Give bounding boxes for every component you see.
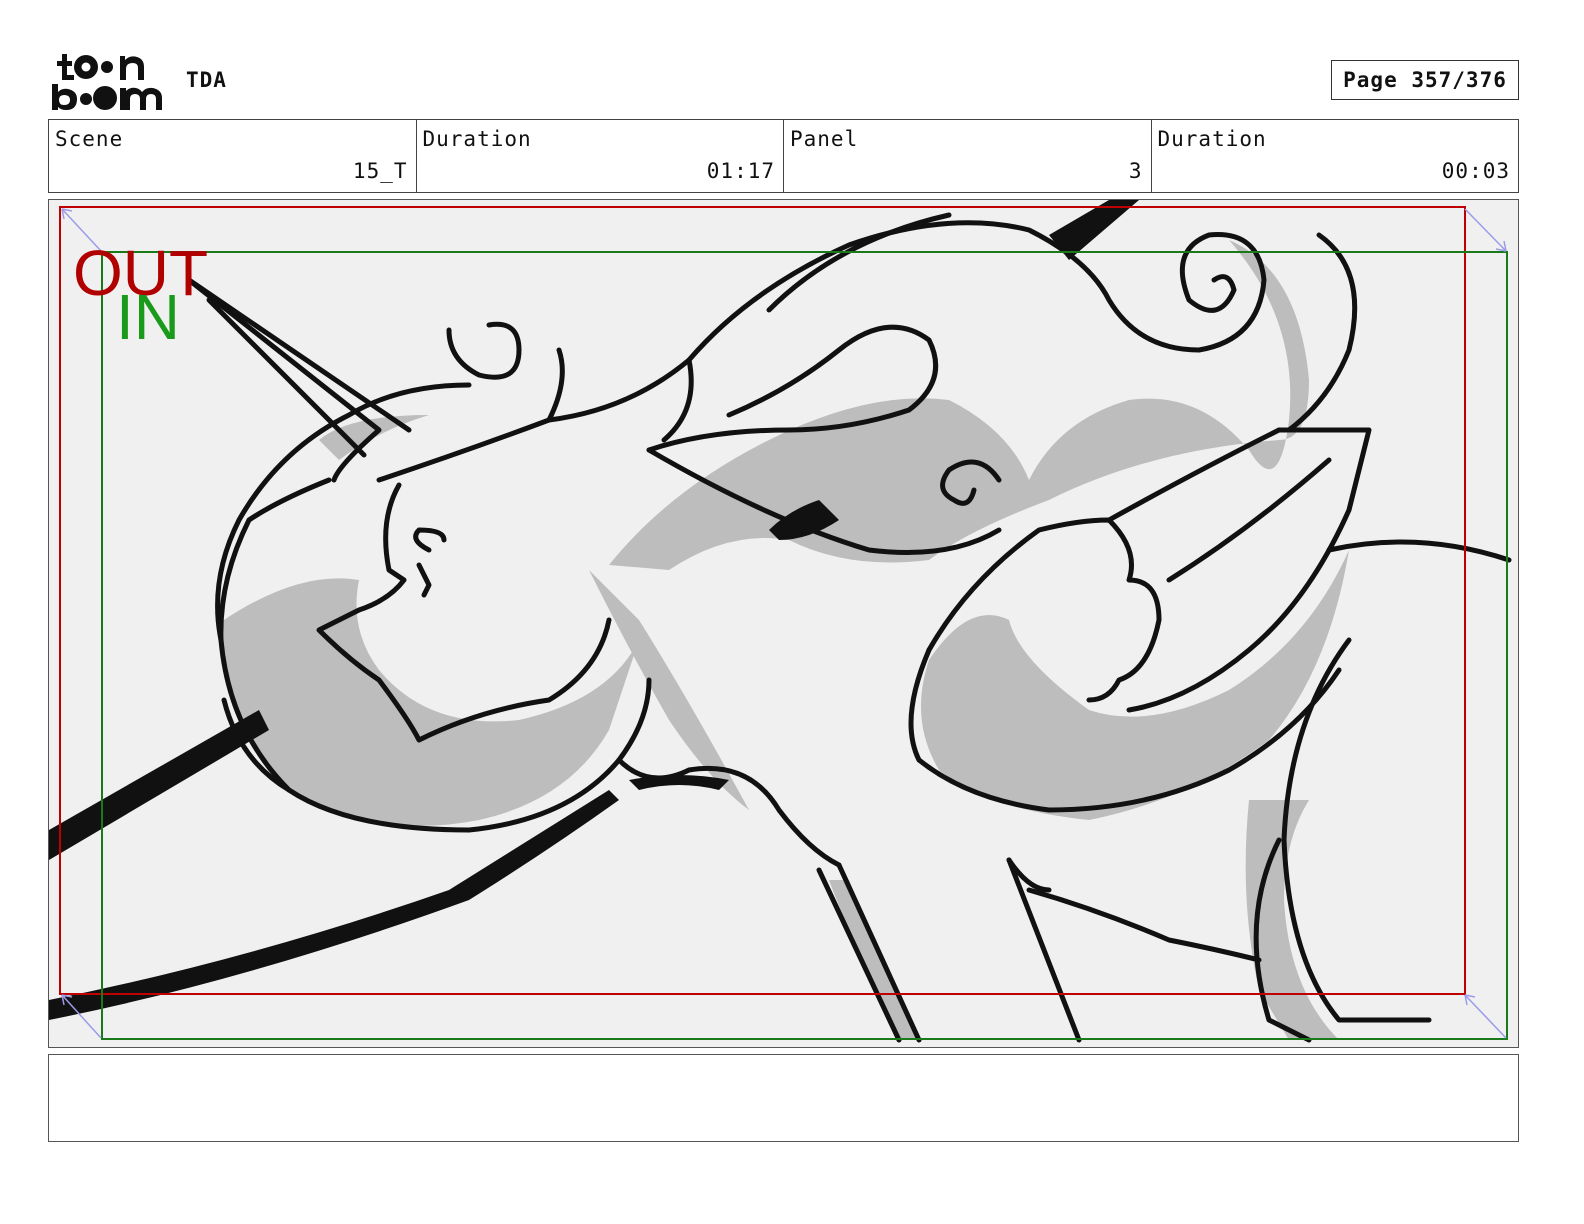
project-title: TDA: [186, 68, 227, 92]
scene-duration-label: Duration: [422, 127, 532, 151]
sketch-thick-strokes: [49, 200, 1139, 1020]
page-number: Page 357/376: [1331, 60, 1519, 100]
scene-duration-value: 01:17: [706, 159, 775, 183]
panel-drawing: OUT IN: [49, 200, 1512, 1043]
storyboard-panel: OUT IN: [48, 199, 1519, 1048]
scene-cell: Scene 15_T: [49, 120, 417, 192]
panel-notes-box[interactable]: [48, 1054, 1519, 1142]
scene-duration-cell: Duration 01:17: [417, 120, 784, 192]
panel-value: 3: [1128, 159, 1143, 183]
toon-boom-logo: [52, 54, 162, 110]
in-frame-label: IN: [116, 281, 180, 353]
panel-cell: Panel 3: [784, 120, 1152, 192]
panel-label: Panel: [790, 127, 859, 151]
scene-label: Scene: [55, 127, 124, 151]
scene-info-row: Scene 15_T Duration 01:17 Panel 3 Durati…: [48, 119, 1519, 193]
panel-duration-value: 00:03: [1441, 159, 1510, 183]
scene-value: 15_T: [352, 159, 408, 183]
logo-mark: [52, 54, 162, 110]
panel-duration-cell: Duration 00:03: [1152, 120, 1519, 192]
panel-duration-label: Duration: [1157, 127, 1267, 151]
